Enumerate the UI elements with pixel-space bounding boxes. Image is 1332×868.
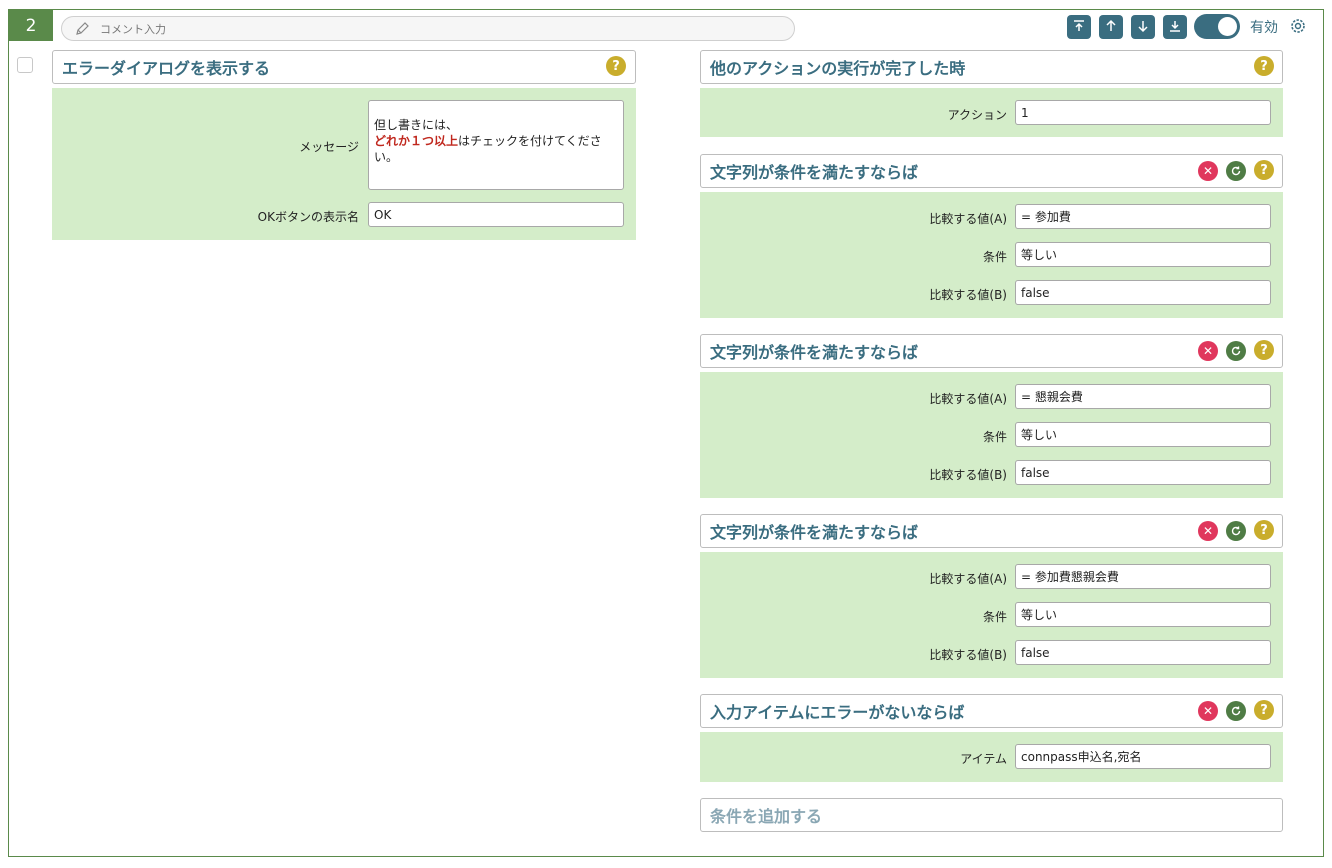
select-checkbox[interactable] [17, 57, 33, 73]
compare-a-input[interactable]: = 参加費懇親会費 [1015, 564, 1271, 589]
condition-label: 条件 [982, 250, 1007, 264]
compare-a-label: 比較する値(A) [929, 572, 1007, 586]
toggle-knob [1218, 17, 1237, 36]
compare-b-label: 比較する値(B) [929, 468, 1007, 482]
trigger-header: 他のアクションの実行が完了した時 [700, 50, 1283, 84]
action-header: エラーダイアログを表示する [52, 50, 636, 84]
comment-input[interactable]: コメント入力 [61, 16, 795, 41]
message-line-3: い。 [374, 150, 399, 164]
message-label: メッセージ [299, 140, 359, 154]
move-down-button[interactable] [1131, 15, 1155, 39]
item-label: アイテム [960, 752, 1007, 766]
no-error-title: 入力アイテムにエラーがないならば [710, 703, 965, 722]
compare-a-label: 比較する値(A) [929, 212, 1007, 226]
condition-title: 文字列が条件を満たすならば [710, 343, 919, 362]
compare-b-input[interactable]: false [1015, 640, 1271, 665]
reset-icon[interactable] [1226, 701, 1246, 721]
message-line-1: 但し書きには、 [374, 118, 459, 132]
move-up-icon [1104, 18, 1118, 37]
condition-select[interactable]: 等しい [1015, 242, 1271, 267]
message-highlight: どれか１つ以上 [374, 134, 459, 148]
help-icon[interactable]: ? [1254, 520, 1274, 540]
enabled-toggle[interactable] [1194, 14, 1240, 39]
delete-icon[interactable]: ✕ [1198, 701, 1218, 721]
reset-icon[interactable] [1226, 341, 1246, 361]
enabled-label: 有効 [1250, 20, 1278, 36]
ok-label: OKボタンの表示名 [257, 210, 359, 224]
move-bottom-button[interactable] [1163, 15, 1187, 39]
delete-icon[interactable]: ✕ [1198, 161, 1218, 181]
move-up-button[interactable] [1099, 15, 1123, 39]
no-error-header: 入力アイテムにエラーがないならば [700, 694, 1283, 728]
help-icon[interactable]: ? [1254, 700, 1274, 720]
compare-b-label: 比較する値(B) [929, 648, 1007, 662]
compare-b-input[interactable]: false [1015, 460, 1271, 485]
condition-title: 文字列が条件を満たすならば [710, 163, 919, 182]
item-input[interactable]: connpass申込名,宛名 [1015, 744, 1271, 769]
compare-b-label: 比較する値(B) [929, 288, 1007, 302]
help-icon[interactable]: ? [1254, 56, 1274, 76]
move-top-icon [1072, 18, 1086, 37]
condition-header: 文字列が条件を満たすならば [700, 154, 1283, 188]
delete-icon[interactable]: ✕ [1198, 341, 1218, 361]
condition-header: 文字列が条件を満たすならば [700, 334, 1283, 368]
message-line-2: どれか１つ以上はチェックを付けてくださ [374, 133, 618, 149]
trigger-title: 他のアクションの実行が完了した時 [710, 59, 966, 78]
help-icon[interactable]: ? [1254, 160, 1274, 180]
compare-b-input[interactable]: false [1015, 280, 1271, 305]
message-line-2-rest: はチェックを付けてくださ [458, 134, 602, 148]
trigger-action-label: アクション [947, 108, 1007, 122]
condition-select[interactable]: 等しい [1015, 602, 1271, 627]
trigger-action-input[interactable]: 1 [1015, 100, 1271, 125]
reset-icon[interactable] [1226, 161, 1246, 181]
step-number-badge: 2 [9, 10, 53, 41]
move-bottom-icon [1168, 18, 1182, 37]
delete-icon[interactable]: ✕ [1198, 521, 1218, 541]
condition-header: 文字列が条件を満たすならば [700, 514, 1283, 548]
condition-label: 条件 [982, 430, 1007, 444]
reset-icon[interactable] [1226, 521, 1246, 541]
condition-select[interactable]: 等しい [1015, 422, 1271, 447]
compare-a-input[interactable]: = 懇親会費 [1015, 384, 1271, 409]
add-condition-label: 条件を追加する [710, 807, 823, 826]
move-down-icon [1136, 18, 1150, 37]
comment-placeholder: コメント入力 [100, 22, 166, 36]
compare-a-input[interactable]: = 参加費 [1015, 204, 1271, 229]
compare-a-label: 比較する値(A) [929, 392, 1007, 406]
action-title: エラーダイアログを表示する [62, 59, 271, 78]
move-top-button[interactable] [1067, 15, 1091, 39]
help-icon[interactable]: ? [1254, 340, 1274, 360]
message-textarea[interactable]: 但し書きには、 どれか１つ以上はチェックを付けてくださ い。 [368, 100, 624, 190]
help-icon[interactable]: ? [606, 56, 626, 76]
pencil-icon [74, 21, 90, 37]
ok-button-name-input[interactable]: OK [368, 202, 624, 227]
condition-label: 条件 [982, 610, 1007, 624]
condition-title: 文字列が条件を満たすならば [710, 523, 919, 542]
add-condition-button[interactable]: 条件を追加する [700, 798, 1283, 832]
gear-icon[interactable] [1289, 17, 1307, 35]
